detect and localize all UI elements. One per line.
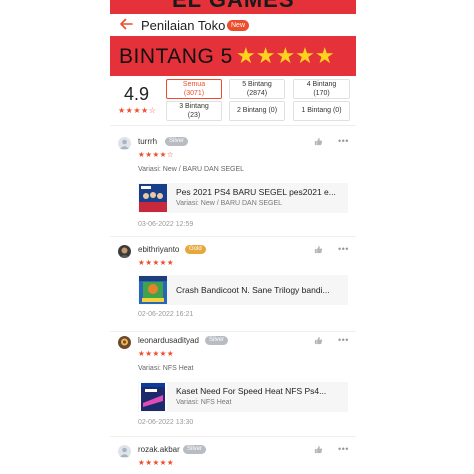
filter-5-star-button[interactable]: 5 Bintang (2874) <box>229 79 285 99</box>
review-date: 02-06-2022 16:21 <box>138 311 194 318</box>
product-name: Crash Bandicoot N. Sane Trilogy bandi... <box>176 285 330 295</box>
user-placeholder-icon <box>120 139 129 149</box>
rating-summary: 4.9 ★★★★☆ Semua (3071) 5 Bintang (2874) … <box>110 76 356 124</box>
product-name: Kaset Need For Speed Heat NFS Ps4... <box>176 386 327 396</box>
filter-count: (170) <box>313 89 330 97</box>
product-card[interactable]: Kaset Need For Speed Heat NFS Ps4... Var… <box>138 382 348 412</box>
like-icon[interactable] <box>314 245 323 254</box>
filter-2-star-button[interactable]: 2 Bintang (0) <box>229 101 285 121</box>
product-thumbnail-nfs <box>139 383 167 411</box>
product-card[interactable]: Pes 2021 PS4 BARU SEGEL pes2021 e... Var… <box>138 183 348 213</box>
like-icon[interactable] <box>314 445 323 454</box>
like-icon[interactable] <box>314 137 323 146</box>
header: Penilaian Toko New <box>110 14 356 36</box>
filter-all-button[interactable]: Semua (3071) <box>166 79 222 99</box>
username[interactable]: rozak.akbar <box>138 445 180 454</box>
username[interactable]: leonardusadityad <box>138 336 199 345</box>
average-score: 4.9 <box>124 84 150 104</box>
promo-banner-text: BINTANG 5 <box>119 45 233 68</box>
filter-count: (2874) <box>246 89 268 97</box>
product-thumbnail-crash <box>139 276 167 304</box>
promo-banner-stars: ★★★★★ <box>236 43 335 68</box>
avatar[interactable] <box>118 445 131 458</box>
more-options-icon[interactable]: ••• <box>338 336 349 345</box>
filter-label: 5 Bintang <box>242 81 272 88</box>
filter-1-star-button[interactable]: 1 Bintang (0) <box>293 101 350 121</box>
filter-count: (3071) <box>183 89 205 97</box>
review-stars: ★★★★★ <box>138 258 175 267</box>
top-banner: EL GAMES <box>110 0 356 14</box>
page-title: Penilaian Toko <box>141 18 226 33</box>
filter-label: 4 Bintang <box>306 81 337 88</box>
review-item: rozak.akbar Silver ••• ★★★★★ <box>110 437 356 474</box>
member-badge: Silver <box>183 445 207 454</box>
product-variation: Variasi: New / BARU DAN SEGEL <box>176 200 283 207</box>
filter-label: Semua <box>182 81 206 88</box>
filter-count: (23) <box>187 111 201 119</box>
promo-banner: BINTANG 5 ★★★★★ <box>110 36 356 76</box>
filter-label: 1 Bintang (0) <box>301 107 342 114</box>
avatar[interactable] <box>118 137 131 150</box>
review-variation: Variasi: NFS Heat <box>138 365 194 372</box>
filter-label: 2 Bintang (0) <box>236 107 278 114</box>
more-options-icon[interactable]: ••• <box>338 445 349 454</box>
product-card[interactable]: Crash Bandicoot N. Sane Trilogy bandi... <box>138 275 348 305</box>
new-badge: New <box>227 20 250 31</box>
review-date: 02-06-2022 13:30 <box>138 419 194 426</box>
username[interactable]: ebithriyanto <box>138 245 179 254</box>
member-badge: Silver <box>165 137 189 146</box>
review-stars: ★★★★★ <box>138 349 175 358</box>
review-stars: ★★★★☆ <box>138 150 175 159</box>
screenshot-frame: EL GAMES Penilaian Toko New BINTANG 5 ★★… <box>110 0 356 474</box>
review-date: 03-06-2022 12:59 <box>138 221 194 228</box>
product-variation: Variasi: NFS Heat <box>176 399 232 406</box>
review-variation: Variasi: New / BARU DAN SEGEL <box>138 166 245 173</box>
product-name: Pes 2021 PS4 BARU SEGEL pes2021 e... <box>176 187 336 197</box>
review-stars: ★★★★★ <box>138 458 175 467</box>
filter-3-star-button[interactable]: 3 Bintang (23) <box>166 101 222 121</box>
top-banner-text: EL GAMES <box>172 0 295 13</box>
like-icon[interactable] <box>314 336 323 345</box>
review-item: leonardusadityad Silver ••• ★★★★★ Varias… <box>110 332 356 436</box>
username[interactable]: turrrh <box>138 137 157 146</box>
more-options-icon[interactable]: ••• <box>338 245 349 254</box>
review-item: ebithriyanto Gold ••• ★★★★★ Crash Bandic… <box>110 237 356 333</box>
filter-4-star-button[interactable]: 4 Bintang (170) <box>293 79 350 99</box>
review-item: turrrh Silver ••• ★★★★☆ Variasi: New / B… <box>110 126 356 236</box>
avatar[interactable] <box>118 336 131 349</box>
user-placeholder-icon <box>120 447 129 457</box>
average-stars: ★★★★☆ <box>118 106 157 115</box>
more-options-icon[interactable]: ••• <box>338 137 349 146</box>
member-badge: Gold <box>185 245 206 254</box>
user-photo-icon <box>119 247 130 258</box>
user-photo-icon <box>121 338 128 346</box>
member-badge: Silver <box>205 336 229 345</box>
filter-label: 3 Bintang <box>179 103 209 110</box>
product-thumbnail-pes <box>139 184 167 212</box>
avatar[interactable] <box>118 245 131 258</box>
back-arrow-icon[interactable] <box>117 15 135 33</box>
